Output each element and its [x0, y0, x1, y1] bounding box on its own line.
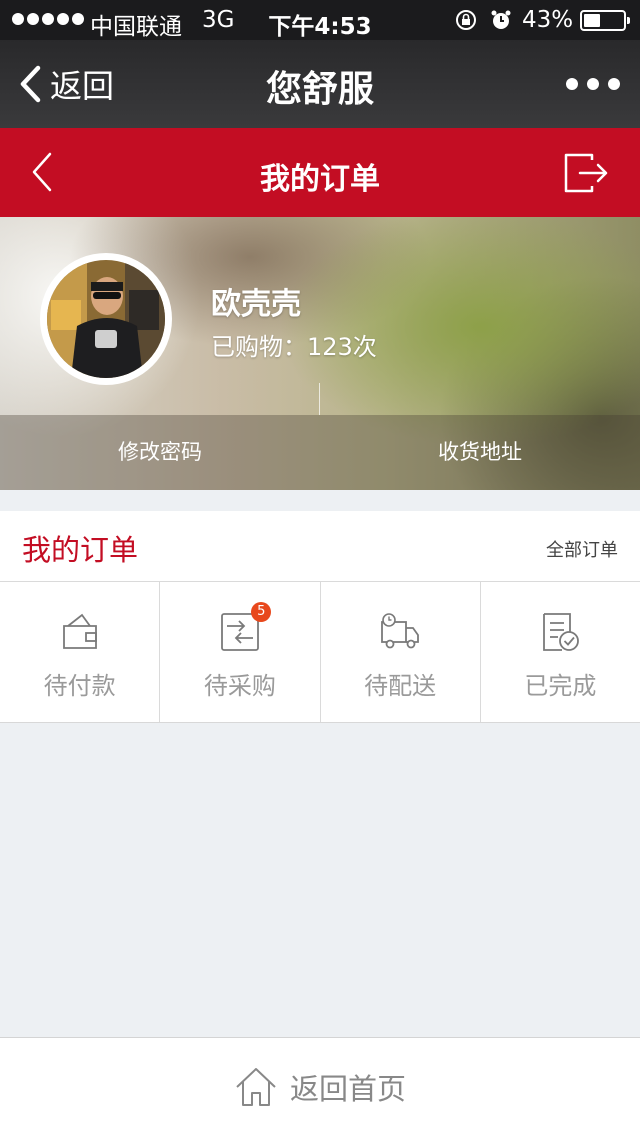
alarm-icon: [491, 10, 511, 29]
shipping-address-button[interactable]: 收货地址: [320, 415, 640, 490]
truck-icon: [381, 613, 420, 649]
order-status-pending-delivery[interactable]: 待配送: [321, 582, 481, 722]
order-status-label: 已完成: [524, 672, 597, 700]
order-status-grid: 待付款 5 待采购 待配送 已完成: [0, 582, 640, 722]
logout-icon[interactable]: [562, 152, 610, 194]
home-icon: [236, 1068, 276, 1106]
profile-banner: 欧壳壳 已购物：123次 修改密码 收货地址: [0, 217, 640, 490]
return-home-button[interactable]: 返回首页: [0, 1037, 640, 1136]
phone-screen: 中国联通 3G 下午4:53 43% 返回 您舒服 我的订单 欧壳壳 已购物：1…: [0, 0, 640, 1136]
orders-header: 我的订单 全部订单: [0, 511, 640, 582]
order-status-completed[interactable]: 已完成: [481, 582, 640, 722]
rotation-lock-icon: [456, 10, 476, 30]
orders-panel: 我的订单 全部订单 待付款 5 待采购 待配送 已完成: [0, 511, 640, 723]
change-password-button[interactable]: 修改密码: [0, 415, 320, 490]
pending-count-badge: 5: [251, 602, 272, 622]
avatar[interactable]: [40, 253, 172, 385]
battery-icon: [580, 10, 630, 31]
all-orders-link[interactable]: 全部订单: [546, 536, 618, 562]
orders-title: 我的订单: [22, 533, 139, 567]
page-title: 我的订单: [260, 162, 380, 197]
battery-percent: 43%: [522, 7, 574, 33]
purchase-count: 已购物：123次: [211, 333, 377, 361]
profile-actions: 修改密码 收货地址: [0, 415, 640, 490]
status-bar: 中国联通 3G 下午4:53 43%: [0, 0, 640, 40]
divider: [319, 383, 320, 415]
app-nav-bar: 返回 您舒服: [0, 40, 640, 128]
page-header: 我的订单: [0, 128, 640, 217]
more-options-icon[interactable]: [566, 78, 620, 90]
order-status-pending-purchase[interactable]: 5 待采购: [160, 582, 321, 722]
username: 欧壳壳: [211, 287, 301, 322]
avatar-photo: [47, 260, 165, 378]
order-status-label: 待配送: [364, 672, 437, 700]
completed-icon: [543, 613, 580, 651]
nav-title: 您舒服: [265, 69, 374, 110]
battery-level-fill: [584, 14, 600, 27]
order-status-pending-payment[interactable]: 待付款: [0, 582, 161, 722]
order-status-label: 待付款: [43, 672, 116, 700]
wallet-icon: [62, 613, 97, 649]
return-home-label: 返回首页: [289, 1072, 406, 1106]
order-status-label: 待采购: [203, 672, 276, 700]
